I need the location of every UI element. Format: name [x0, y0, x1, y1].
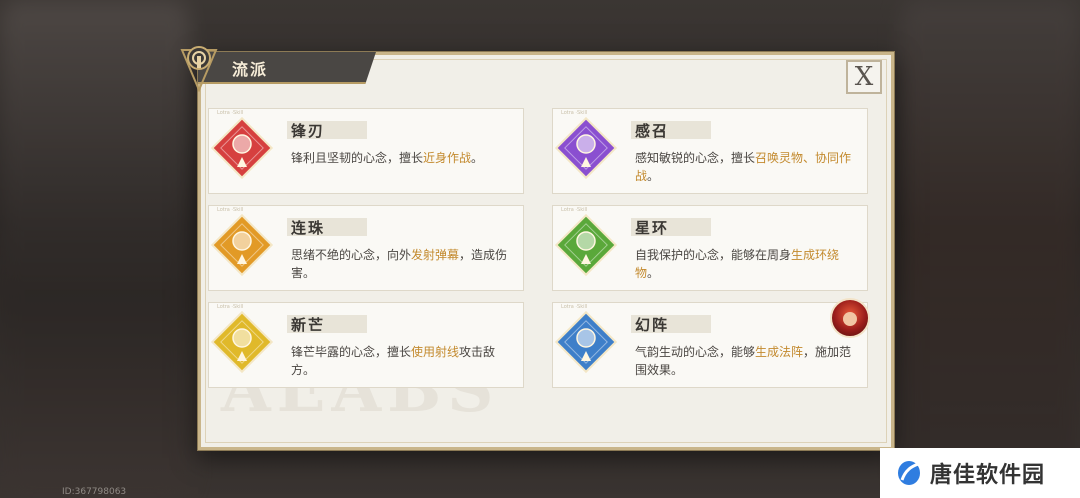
card-description-text: 思绪不绝的心念，向外: [291, 248, 412, 262]
genre-card-xinmang[interactable]: Lotra ·Skill 新芒 锋芒毕露的心念，擅长使用射线攻击敌方。: [208, 302, 524, 388]
card-title: 锋刃: [291, 122, 326, 140]
header-tab: [198, 52, 376, 84]
card-description-text: 锋芒毕露的心念，擅长: [291, 345, 412, 359]
card-description-text: 。: [647, 266, 660, 280]
card-description: 自我保护的心念，能够在周身生成环绕物。: [635, 246, 855, 282]
card-description-text: 自我保护的心念，能够在周身: [635, 248, 792, 262]
card-description-text: 。: [647, 169, 660, 183]
genre-card-ganzhao[interactable]: Lotra ·Skill 感召 感知敏锐的心念，擅长召唤灵物、协同作战。: [552, 108, 868, 194]
user-id-text: ID:367798063: [62, 487, 127, 497]
card-description-highlight: 生成法阵: [755, 345, 804, 359]
card-description-highlight: 发射弹幕: [411, 248, 460, 262]
card-description-text: 锋利且坚韧的心念，擅长: [291, 151, 424, 165]
card-description: 气韵生动的心念，能够生成法阵，施加范围效果。: [635, 343, 855, 379]
card-title: 新芒: [291, 316, 326, 334]
card-description-text: 感知敏锐的心念，擅长: [635, 151, 756, 165]
genre-card-lianzhu[interactable]: Lotra ·Skill 连珠 思绪不绝的心念，向外发射弹幕，造成伤害。: [208, 205, 524, 291]
background-left: [0, 0, 190, 498]
brand-text: 唐佳软件园: [930, 463, 1046, 488]
card-description: 思绪不绝的心念，向外发射弹幕，造成伤害。: [291, 246, 511, 282]
close-button[interactable]: X: [846, 60, 882, 94]
xinmang-badge-icon: [210, 310, 274, 374]
brand-logo-icon: [898, 461, 920, 485]
card-title: 星环: [635, 219, 670, 237]
ganzhao-badge-icon: [554, 116, 618, 180]
card-description-text: 气韵生动的心念，能够: [635, 345, 756, 359]
huanzhen-badge-icon: [554, 310, 618, 374]
card-description-highlight: 使用射线: [411, 345, 460, 359]
background-right: [900, 0, 1080, 498]
lianzhu-badge-icon: [210, 213, 274, 277]
card-description-text: 。: [471, 151, 484, 165]
genre-card-fengren[interactable]: Lotra ·Skill 锋刃 锋利且坚韧的心念，擅长近身作战。: [208, 108, 524, 194]
card-title: 感召: [635, 122, 670, 140]
card-description-highlight: 近身作战: [423, 151, 472, 165]
page-title: 流派: [232, 60, 269, 79]
card-description: 锋芒毕露的心念，擅长使用射线攻击敌方。: [291, 343, 511, 379]
brand-watermark: 唐佳软件园: [880, 448, 1080, 498]
card-title: 连珠: [291, 219, 326, 237]
card-description: 锋利且坚韧的心念，擅长近身作战。: [291, 149, 511, 167]
fengren-badge-icon: [210, 116, 274, 180]
card-title: 幻阵: [635, 316, 670, 334]
emblem-icon: [180, 46, 218, 92]
genre-card-xinghuan[interactable]: Lotra ·Skill 星环 自我保护的心念，能够在周身生成环绕物。: [552, 205, 868, 291]
genre-card-huanzhen[interactable]: Lotra ·Skill 幻阵 气韵生动的心念，能够生成法阵，施加范围效果。: [552, 302, 868, 388]
avatar[interactable]: [830, 298, 870, 338]
xinghuan-badge-icon: [554, 213, 618, 277]
card-description: 感知敏锐的心念，擅长召唤灵物、协同作战。: [635, 149, 855, 185]
close-icon: X: [854, 62, 874, 92]
